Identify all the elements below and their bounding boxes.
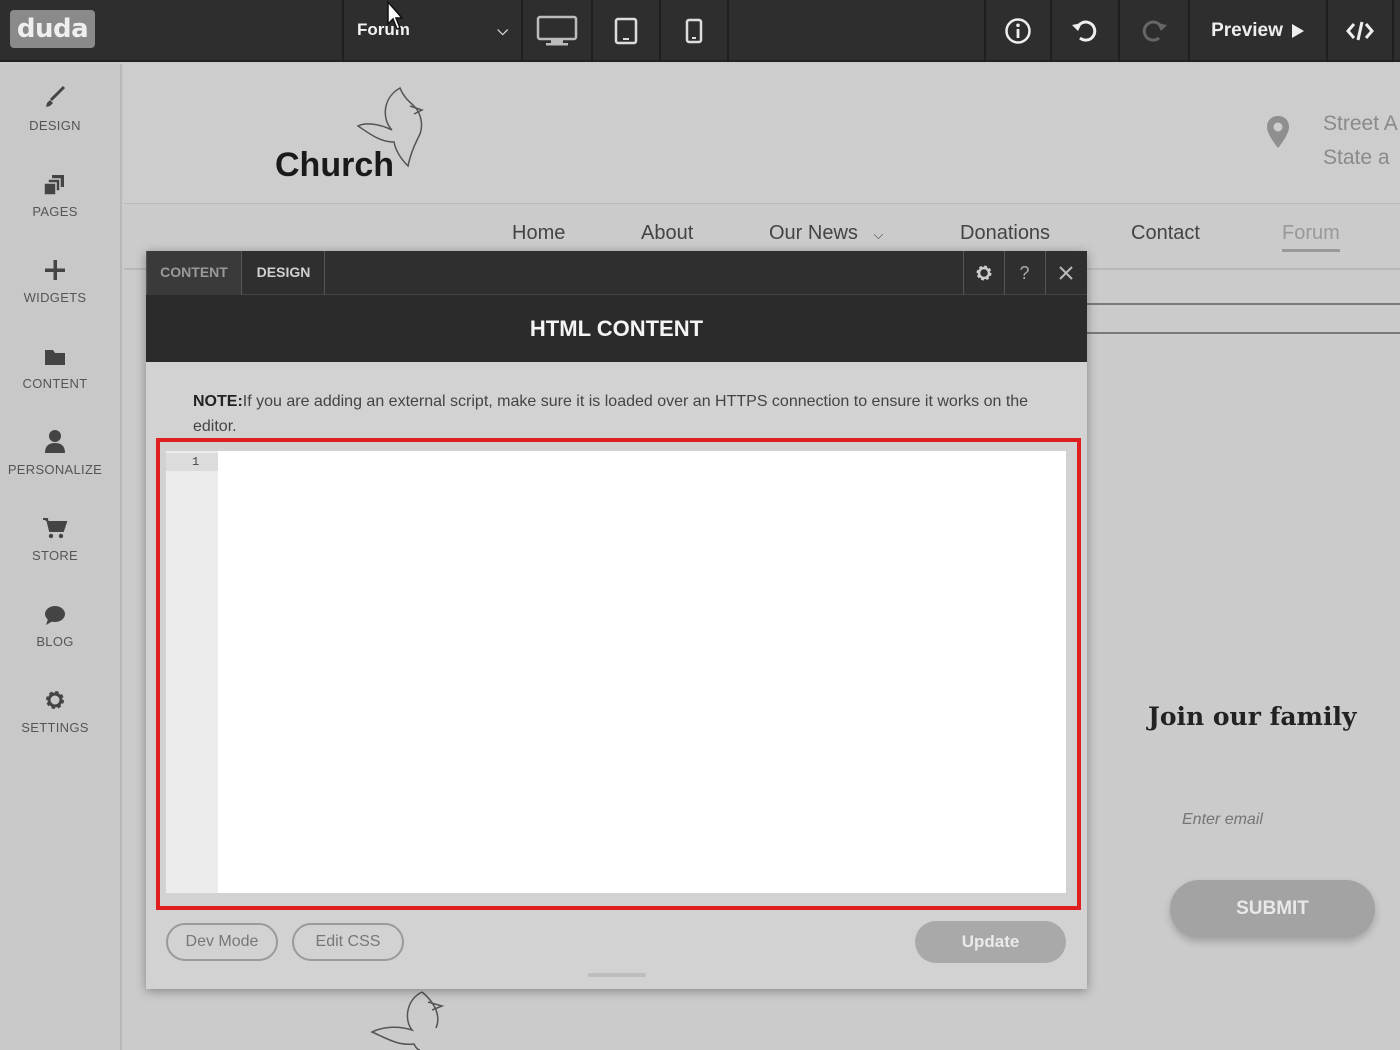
nav-item-contact[interactable]: Contact: [1131, 222, 1200, 245]
nav-item-label: Our News: [769, 222, 858, 244]
note-text: If you are adding an external script, ma…: [193, 393, 1029, 435]
preview-label: Preview: [1211, 20, 1283, 41]
info-button[interactable]: [986, 0, 1050, 62]
divider-line: [1087, 332, 1400, 334]
editor-gutter: 1: [166, 451, 218, 893]
sidebar-item-label: SETTINGS: [21, 720, 89, 735]
preview-button[interactable]: Preview: [1190, 0, 1326, 62]
undo-icon: [1072, 20, 1097, 42]
dialog-settings-button[interactable]: [963, 251, 1003, 295]
redo-icon: [1142, 20, 1167, 42]
dialog-tab-bar: CONTENT DESIGN ?: [146, 251, 1087, 295]
toolbar-divider: [1392, 0, 1394, 62]
info-icon: [1005, 18, 1031, 44]
chat-icon: [45, 606, 65, 625]
join-heading: Join our family: [1148, 702, 1357, 731]
gear-icon: [976, 265, 991, 281]
code-view-button[interactable]: [1328, 0, 1392, 62]
sidebar-item-label: STORE: [31, 548, 79, 563]
sidebar-item-design[interactable]: DESIGN: [0, 74, 110, 154]
email-field[interactable]: [1170, 800, 1390, 840]
page-select-dropdown[interactable]: Forum ⌵: [344, 0, 520, 62]
duda-logo[interactable]: duda: [10, 10, 95, 48]
dialog-close-button[interactable]: [1045, 251, 1085, 295]
location-pin-icon: [1267, 116, 1289, 148]
sidebar-item-store[interactable]: STORE: [0, 504, 110, 584]
dialog-resize-handle[interactable]: [588, 973, 646, 977]
sidebar-item-label: BLOG: [36, 634, 74, 649]
sidebar-item-label: WIDGETS: [23, 290, 87, 305]
address-line-2: State a: [1323, 146, 1390, 169]
address-line-1: Street A: [1323, 112, 1398, 135]
redo-button[interactable]: [1120, 0, 1188, 62]
https-note: NOTE:If you are adding an external scrip…: [193, 389, 1073, 439]
tab-content[interactable]: CONTENT: [146, 251, 242, 295]
update-button[interactable]: Update: [915, 921, 1066, 963]
user-icon: [45, 430, 65, 453]
folder-icon: [45, 350, 65, 365]
desktop-icon: [536, 15, 578, 46]
toolbar-divider: [727, 0, 729, 62]
top-toolbar: duda Forum ⌵ Preview: [0, 0, 1400, 62]
brush-icon: [46, 85, 66, 107]
edit-css-button[interactable]: Edit CSS: [292, 923, 404, 961]
sidebar-item-settings[interactable]: SETTINGS: [0, 676, 110, 756]
note-label: NOTE:: [193, 393, 243, 410]
mobile-view-button[interactable]: [661, 0, 727, 62]
tab-design[interactable]: DESIGN: [243, 251, 325, 295]
line-number: 1: [166, 453, 218, 471]
play-icon: [1291, 24, 1304, 38]
sidebar-item-label: PERSONALIZE: [7, 462, 103, 477]
cart-icon: [43, 518, 68, 539]
desktop-view-button[interactable]: [523, 0, 591, 62]
sidebar-item-label: PAGES: [32, 204, 78, 219]
nav-item-home[interactable]: Home: [512, 222, 565, 245]
html-code-editor[interactable]: 1: [166, 451, 1066, 893]
mobile-icon: [685, 18, 703, 44]
sidebar-item-blog[interactable]: BLOG: [0, 590, 110, 670]
dialog-title: HTML CONTENT: [146, 295, 1087, 362]
editor-sidebar: DESIGN PAGES WIDGETS CONTENT PERSONALIZE…: [0, 64, 122, 1050]
site-title[interactable]: Church: [275, 146, 394, 185]
divider-line: [1087, 303, 1400, 305]
close-icon: [1058, 266, 1073, 280]
nav-item-donations[interactable]: Donations: [960, 222, 1050, 245]
dove-logo-icon: [370, 991, 445, 1050]
nav-item-our-news[interactable]: Our News ⌵: [769, 222, 883, 245]
sidebar-item-personalize[interactable]: PERSONALIZE: [0, 418, 110, 498]
undo-button[interactable]: [1052, 0, 1118, 62]
chevron-down-icon: ⌵: [873, 227, 884, 242]
sidebar-item-content[interactable]: CONTENT: [0, 332, 110, 412]
sidebar-item-label: DESIGN: [29, 118, 81, 133]
tablet-icon: [614, 17, 638, 45]
dev-mode-button[interactable]: Dev Mode: [166, 923, 278, 961]
nav-item-about[interactable]: About: [641, 222, 693, 245]
tablet-view-button[interactable]: [593, 0, 659, 62]
gear-icon: [46, 691, 64, 709]
chevron-down-icon: ⌵: [497, 22, 508, 38]
sidebar-item-widgets[interactable]: WIDGETS: [0, 246, 110, 326]
sidebar-item-label: CONTENT: [22, 376, 88, 391]
help-icon: ?: [1019, 262, 1030, 283]
html-content-dialog: CONTENT DESIGN ? HTML CONTENT NOTE:If yo…: [146, 251, 1087, 989]
code-input[interactable]: [218, 451, 1066, 893]
submit-button[interactable]: SUBMIT: [1170, 880, 1375, 938]
sidebar-item-pages[interactable]: PAGES: [0, 160, 110, 240]
pages-icon: [43, 175, 64, 196]
dialog-help-button[interactable]: ?: [1004, 251, 1044, 295]
plus-icon: [45, 260, 65, 280]
nav-item-forum[interactable]: Forum: [1282, 222, 1340, 252]
code-icon: [1346, 21, 1374, 41]
mouse-cursor-icon: [387, 0, 404, 30]
